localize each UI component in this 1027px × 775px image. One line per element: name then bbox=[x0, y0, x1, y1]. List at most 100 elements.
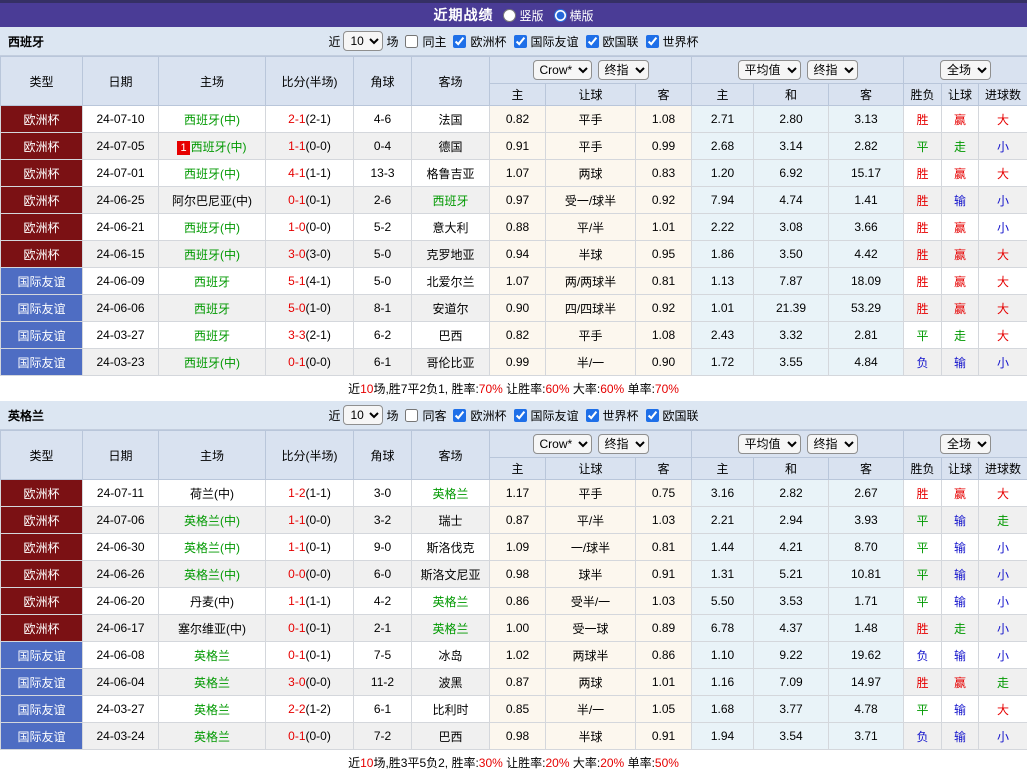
fulltime-score: 0-1 bbox=[288, 648, 305, 662]
home-team-name: 阿尔巴尼亚(中) bbox=[172, 194, 252, 208]
away-team-cell: 英格兰 bbox=[412, 588, 490, 615]
league-filter-checkbox[interactable] bbox=[453, 409, 466, 422]
scope-select[interactable]: 全场 bbox=[940, 434, 991, 454]
handicap-result-cell: 赢 bbox=[942, 214, 979, 241]
away-team-name: 德国 bbox=[438, 140, 462, 154]
fulltime-score: 0-1 bbox=[288, 193, 305, 207]
final-odds-select-2[interactable]: 终指 bbox=[807, 60, 858, 80]
home-team-cell: 丹麦(中) bbox=[159, 588, 266, 615]
away-team-cell: 哥伦比亚 bbox=[412, 349, 490, 376]
avg-home-cell: 2.21 bbox=[692, 507, 754, 534]
home-odds-cell: 0.86 bbox=[490, 588, 546, 615]
league-filter-checkbox[interactable] bbox=[646, 35, 659, 48]
vertical-layout-radio[interactable] bbox=[503, 9, 516, 22]
date-cell: 24-03-27 bbox=[83, 696, 159, 723]
league-cell: 欧洲杯 bbox=[1, 615, 83, 642]
score-cell: 3-3(2-1) bbox=[266, 322, 354, 349]
avg-draw-cell: 3.32 bbox=[754, 322, 829, 349]
team-sections: 西班牙近10场同主欧洲杯国际友谊欧国联世界杯类型日期主场比分(半场)角球客场Cr… bbox=[0, 27, 1027, 775]
league-filter-checkbox[interactable] bbox=[586, 35, 599, 48]
league-cell: 欧洲杯 bbox=[1, 480, 83, 507]
league-filter-checkbox[interactable] bbox=[646, 409, 659, 422]
date-cell: 24-07-10 bbox=[83, 106, 159, 133]
league-filter-label: 欧洲杯 bbox=[470, 407, 506, 424]
match-row: 国际友谊24-03-27西班牙3-3(2-1)6-2巴西0.82平手1.082.… bbox=[1, 322, 1027, 349]
fulltime-score: 1-2 bbox=[288, 486, 305, 500]
avg-draw-cell: 21.39 bbox=[754, 295, 829, 322]
away-odds-cell: 1.03 bbox=[636, 507, 692, 534]
summary-segment: 20% bbox=[546, 756, 570, 770]
league-filter-checkbox[interactable] bbox=[453, 35, 466, 48]
final-odds-select-2[interactable]: 终指 bbox=[807, 434, 858, 454]
home-odds-cell: 1.09 bbox=[490, 534, 546, 561]
titlebar: 近期战绩 竖版 横版 bbox=[0, 0, 1027, 27]
home-team-cell: 西班牙(中) bbox=[159, 106, 266, 133]
match-count-select[interactable]: 10 bbox=[343, 405, 383, 425]
home-team-cell: 英格兰 bbox=[159, 723, 266, 750]
halftime-score: (4-1) bbox=[306, 274, 331, 288]
away-team-name: 英格兰 bbox=[432, 622, 468, 636]
layout-vertical-option[interactable]: 竖版 bbox=[503, 7, 543, 24]
home-team-name: 西班牙(中) bbox=[184, 167, 240, 181]
league-filter-checkbox[interactable] bbox=[514, 35, 527, 48]
away-team-cell: 斯洛文尼亚 bbox=[412, 561, 490, 588]
final-odds-select[interactable]: 终指 bbox=[598, 60, 649, 80]
league-filter-checkbox[interactable] bbox=[586, 409, 599, 422]
same-venue-checkbox[interactable] bbox=[405, 409, 418, 422]
home-odds-cell: 0.98 bbox=[490, 723, 546, 750]
away-team-cell: 法国 bbox=[412, 106, 490, 133]
home-team-cell: 西班牙 bbox=[159, 268, 266, 295]
sub-column-header: 胜负 bbox=[904, 84, 942, 106]
sub-column-header: 主 bbox=[490, 84, 546, 106]
final-odds-select[interactable]: 终指 bbox=[598, 434, 649, 454]
avg-away-cell: 4.78 bbox=[829, 696, 904, 723]
away-odds-cell: 0.91 bbox=[636, 561, 692, 588]
league-filter-checkbox[interactable] bbox=[514, 409, 527, 422]
bookmaker-select[interactable]: Crow* bbox=[533, 60, 592, 80]
score-cell: 5-1(4-1) bbox=[266, 268, 354, 295]
corner-cell: 7-2 bbox=[354, 723, 412, 750]
handicap-result-cell: 输 bbox=[942, 696, 979, 723]
home-odds-cell: 0.90 bbox=[490, 295, 546, 322]
match-row: 欧洲杯24-06-15西班牙(中)3-0(3-0)5-0克罗地亚0.94半球0.… bbox=[1, 241, 1027, 268]
average-select[interactable]: 平均值 bbox=[738, 434, 801, 454]
score-cell: 1-1(0-0) bbox=[266, 133, 354, 160]
goals-result-cell: 小 bbox=[979, 723, 1027, 750]
average-select[interactable]: 平均值 bbox=[738, 60, 801, 80]
avg-away-cell: 2.67 bbox=[829, 480, 904, 507]
avg-draw-cell: 4.21 bbox=[754, 534, 829, 561]
bookmaker-select[interactable]: Crow* bbox=[533, 434, 592, 454]
away-team-cell: 比利时 bbox=[412, 696, 490, 723]
goals-result-cell: 大 bbox=[979, 480, 1027, 507]
summary-segment: 近 bbox=[348, 382, 360, 396]
league-filter-label: 欧国联 bbox=[663, 407, 699, 424]
fulltime-score: 3-0 bbox=[288, 675, 305, 689]
away-odds-cell: 1.08 bbox=[636, 106, 692, 133]
scope-select[interactable]: 全场 bbox=[940, 60, 991, 80]
same-venue-checkbox[interactable] bbox=[405, 35, 418, 48]
away-team-name: 瑞士 bbox=[438, 514, 462, 528]
section-summary: 近10场,胜3平5负2, 胜率:30% 让胜率:20% 大率:20% 单率:50… bbox=[0, 750, 1027, 775]
goals-result-cell: 小 bbox=[979, 214, 1027, 241]
league-cell: 国际友谊 bbox=[1, 295, 83, 322]
match-count-select[interactable]: 10 bbox=[343, 31, 383, 51]
handicap-result-cell: 赢 bbox=[942, 480, 979, 507]
away-team-name: 巴西 bbox=[438, 730, 462, 744]
away-team-cell: 斯洛伐克 bbox=[412, 534, 490, 561]
sub-column-header: 客 bbox=[829, 84, 904, 106]
home-team-cell: 西班牙(中) bbox=[159, 241, 266, 268]
handicap-result-cell: 输 bbox=[942, 723, 979, 750]
match-row: 国际友谊24-06-08英格兰0-1(0-1)7-5冰岛1.02两球半0.861… bbox=[1, 642, 1027, 669]
halftime-score: (1-2) bbox=[306, 702, 331, 716]
avg-draw-cell: 3.08 bbox=[754, 214, 829, 241]
away-team-name: 哥伦比亚 bbox=[426, 356, 474, 370]
column-header: 客场 bbox=[412, 431, 490, 480]
away-odds-cell: 1.01 bbox=[636, 214, 692, 241]
corner-cell: 5-0 bbox=[354, 241, 412, 268]
winloss-result-cell: 胜 bbox=[904, 214, 942, 241]
away-odds-cell: 1.03 bbox=[636, 588, 692, 615]
date-cell: 24-06-08 bbox=[83, 642, 159, 669]
horizontal-layout-radio[interactable] bbox=[554, 9, 567, 22]
layout-horizontal-option[interactable]: 横版 bbox=[554, 7, 594, 24]
away-team-name: 格鲁吉亚 bbox=[426, 167, 474, 181]
